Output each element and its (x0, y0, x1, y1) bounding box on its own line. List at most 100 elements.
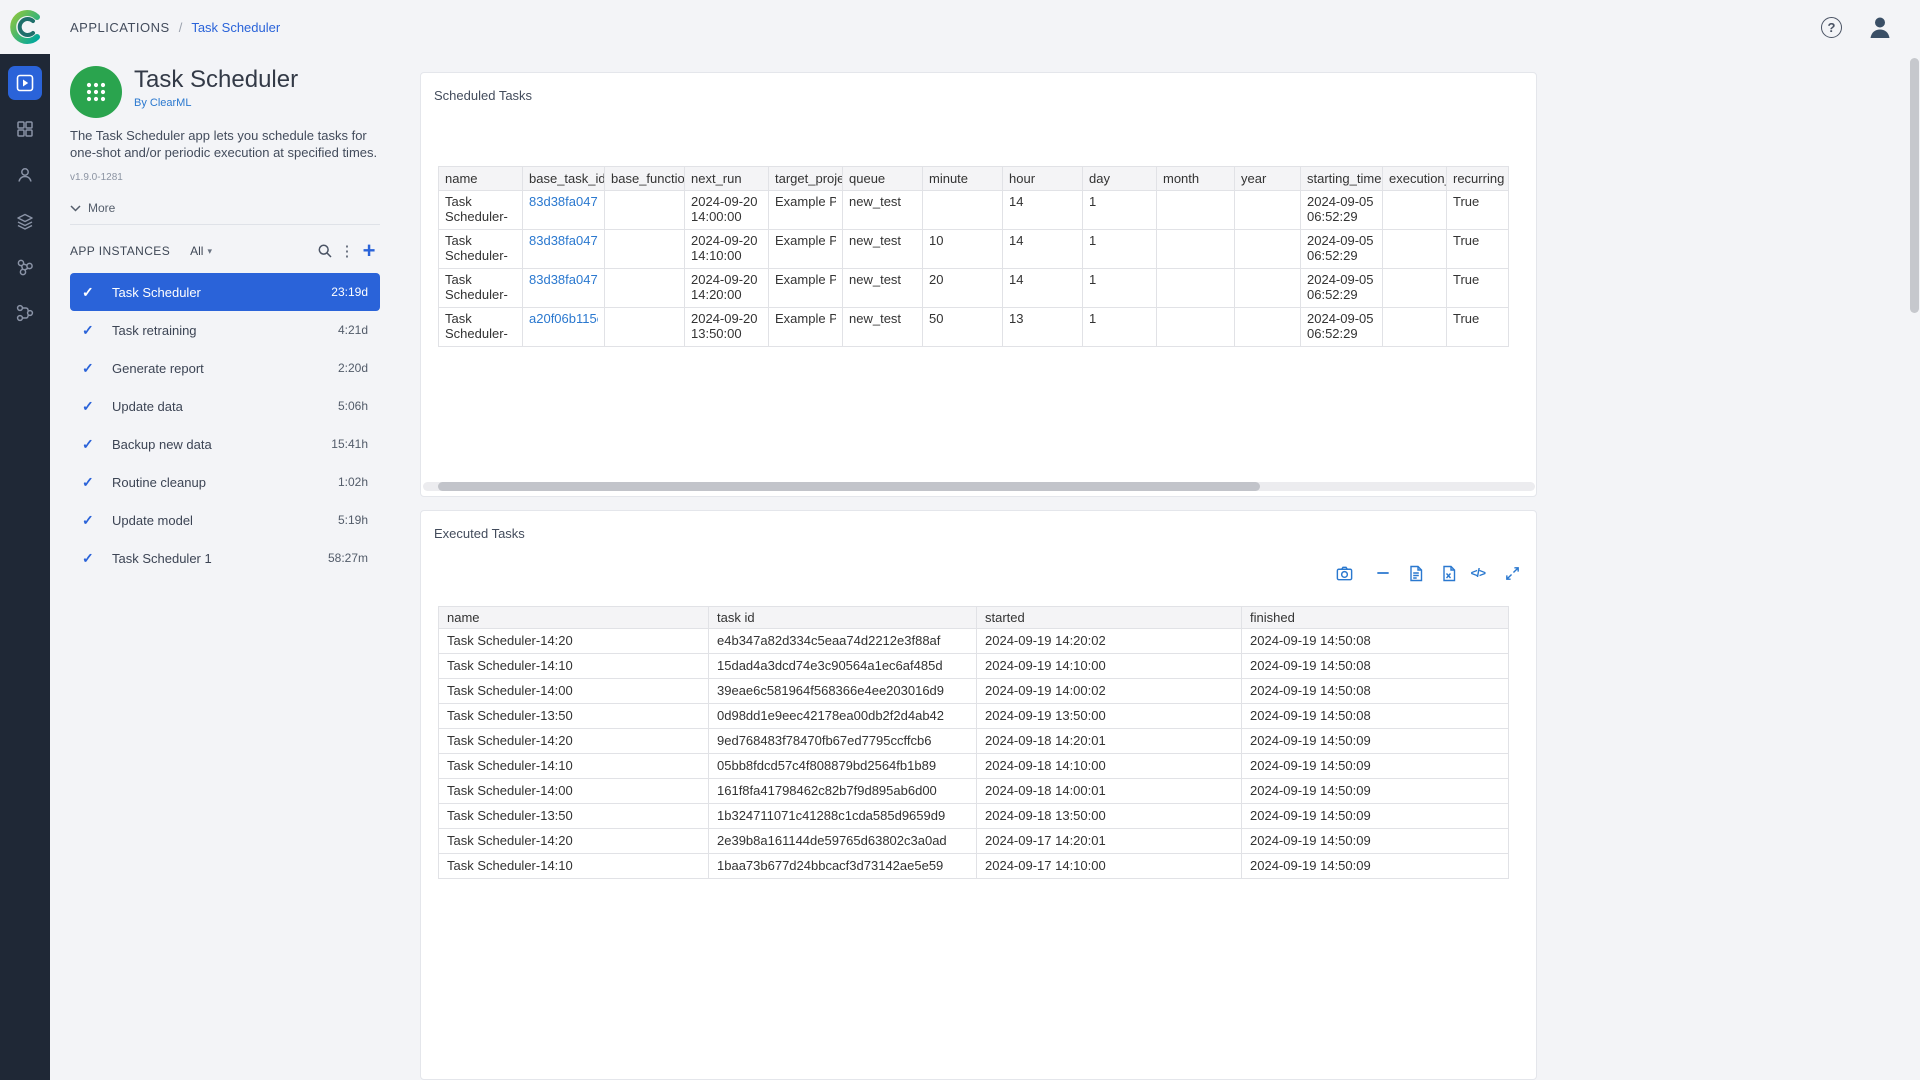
cell-recurring: True (1447, 191, 1509, 230)
cell-finished: 2024-09-19 14:50:08 (1242, 679, 1509, 704)
download-excel-icon[interactable] (1438, 562, 1460, 584)
cell-name: Task Scheduler-14:00 (439, 679, 709, 704)
breadcrumb-applications[interactable]: APPLICATIONS (70, 20, 170, 35)
scheduled-task-row: Task Scheduler-14:0 83d38fa0470f4 2024-0… (439, 191, 1509, 230)
cell-month (1157, 230, 1235, 269)
cell-finished: 2024-09-19 14:50:08 (1242, 704, 1509, 729)
column-header: recurring (1447, 167, 1509, 191)
app-instance-list: ✓ Task Scheduler 23:19d ✓ Task retrainin… (70, 273, 380, 577)
nav-workers-icon[interactable] (8, 158, 42, 192)
column-header: queue (843, 167, 923, 191)
cell-base-task-id-link[interactable]: a20f06b115ea (523, 308, 605, 347)
app-instance-row[interactable]: ✓ Task retraining 4:21d (70, 311, 380, 349)
download-csv-icon[interactable] (1405, 562, 1427, 584)
cell-task-id-link[interactable]: 9ed768483f78470fb67ed7795ccffcb6 (709, 729, 977, 754)
cell-year (1235, 191, 1301, 230)
cell-finished: 2024-09-19 14:50:09 (1242, 854, 1509, 879)
instance-elapsed-time: 15:41h (331, 437, 368, 451)
cell-task-id-link[interactable]: 39eae6c581964f568366e4ee203016d9 (709, 679, 977, 704)
cell-base-function (605, 230, 685, 269)
hide-row-icon[interactable] (1372, 562, 1394, 584)
cell-task-id-link[interactable]: 0d98dd1e9eec42178ea00db2f2d4ab42 (709, 704, 977, 729)
app-instance-row[interactable]: ✓ Task Scheduler 1 58:27m (70, 539, 380, 577)
cell-base-task-id-link[interactable]: 83d38fa0470f4 (523, 191, 605, 230)
app-instance-row[interactable]: ✓ Update model 5:19h (70, 501, 380, 539)
cell-finished: 2024-09-19 14:50:09 (1242, 754, 1509, 779)
cell-execution-limit (1383, 308, 1447, 347)
cell-hour: 14 (1003, 191, 1083, 230)
column-header: task id (709, 607, 977, 629)
help-icon[interactable]: ? (1821, 17, 1842, 38)
horizontal-scrollbar[interactable] (423, 482, 1535, 491)
nav-models-icon[interactable] (8, 250, 42, 284)
avatar[interactable] (1866, 13, 1894, 41)
cell-name: Task Scheduler-14:20 (439, 629, 709, 654)
cell-started: 2024-09-17 14:20:01 (977, 829, 1242, 854)
cell-day: 1 (1083, 191, 1157, 230)
column-header: started (977, 607, 1242, 629)
instances-filter-dropdown[interactable]: All ▾ (190, 244, 212, 258)
page-scrollbar[interactable] (1910, 56, 1919, 1074)
embed-code-icon[interactable]: </> (1471, 566, 1485, 580)
app-instances-header: APP INSTANCES All ▾ ⋮ + (70, 234, 380, 268)
app-instance-row[interactable]: ✓ Task Scheduler 23:19d (70, 273, 380, 311)
cell-task-id-link[interactable]: 1b324711071c41288c1cda585d9659d9 (709, 804, 977, 829)
search-icon[interactable] (314, 240, 336, 262)
cell-task-id-link[interactable]: 15dad4a3dcd74e3c90564a1ec6af485d (709, 654, 977, 679)
cell-task-id-link[interactable]: 161f8fa41798462c82b7f9d895ab6d00 (709, 779, 977, 804)
add-instance-icon[interactable]: + (358, 240, 380, 262)
horizontal-scrollbar-thumb[interactable] (438, 482, 1260, 491)
more-label: More (88, 201, 115, 215)
app-instance-row[interactable]: ✓ Backup new data 15:41h (70, 425, 380, 463)
breadcrumb-separator: / (179, 20, 183, 35)
cell-queue: new_test (843, 269, 923, 308)
clearml-logo[interactable] (7, 8, 45, 46)
divider (70, 224, 380, 225)
app-description: The Task Scheduler app lets you schedule… (70, 127, 380, 161)
page-scrollbar-thumb[interactable] (1910, 58, 1919, 313)
cell-task-id-link[interactable]: 1baa73b677d24bbcacf3d73142ae5e59 (709, 854, 977, 879)
cell-target-project: Example Proje (769, 308, 843, 347)
cell-month (1157, 191, 1235, 230)
fullscreen-icon[interactable] (1501, 562, 1523, 584)
cell-execution-limit (1383, 230, 1447, 269)
column-header: day (1083, 167, 1157, 191)
app-instance-row[interactable]: ✓ Routine cleanup 1:02h (70, 463, 380, 501)
column-header: name (439, 607, 709, 629)
cell-name: Task Scheduler-13:5 (439, 308, 523, 347)
nav-pipelines-icon[interactable] (8, 296, 42, 330)
executed-tasks-title: Executed Tasks (434, 526, 525, 541)
cell-task-id-link[interactable]: 2e39b8a161144de59765d63802c3a0ad (709, 829, 977, 854)
cell-task-id-link[interactable]: 05bb8fdcd57c4f808879bd2564fb1b89 (709, 754, 977, 779)
cell-base-task-id-link[interactable]: 83d38fa0470f4 (523, 230, 605, 269)
check-icon: ✓ (82, 322, 112, 339)
scheduled-tasks-title: Scheduled Tasks (434, 88, 532, 103)
executed-task-row: Task Scheduler-14:00 39eae6c581964f56836… (439, 679, 1509, 704)
app-instance-row[interactable]: ✓ Update data 5:06h (70, 387, 380, 425)
check-icon: ✓ (82, 284, 112, 301)
app-instance-row[interactable]: ✓ Generate report 2:20d (70, 349, 380, 387)
nav-applications-icon[interactable] (8, 66, 42, 100)
download-png-icon[interactable] (1334, 562, 1356, 584)
cell-year (1235, 308, 1301, 347)
cell-starting-time: 2024-09-05 06:52:29 (1301, 191, 1383, 230)
column-header: starting_time (1301, 167, 1383, 191)
column-header: finished (1242, 607, 1509, 629)
app-instances-label: APP INSTANCES (70, 244, 170, 258)
cell-task-id-link[interactable]: e4b347a82d334c5eaa74d2212e3f88af (709, 629, 977, 654)
cell-finished: 2024-09-19 14:50:08 (1242, 629, 1509, 654)
cell-starting-time: 2024-09-05 06:52:29 (1301, 230, 1383, 269)
more-toggle[interactable]: More (70, 201, 380, 215)
byline-link[interactable]: By ClearML (134, 97, 298, 109)
kebab-menu-icon[interactable]: ⋮ (336, 240, 358, 262)
cell-base-task-id-link[interactable]: 83d38fa0470f4 (523, 269, 605, 308)
check-icon: ✓ (82, 398, 112, 415)
executed-tasks-card: Executed Tasks </> (420, 510, 1537, 1080)
column-header: execution_limit (1383, 167, 1447, 191)
scheduled-tasks-table: name base_task_id base_function next_run… (438, 166, 1521, 347)
instance-name: Update model (112, 513, 193, 528)
cell-started: 2024-09-18 14:00:01 (977, 779, 1242, 804)
executed-task-row: Task Scheduler-14:20 e4b347a82d334c5eaa7… (439, 629, 1509, 654)
nav-projects-icon[interactable] (8, 112, 42, 146)
nav-datasets-icon[interactable] (8, 204, 42, 238)
